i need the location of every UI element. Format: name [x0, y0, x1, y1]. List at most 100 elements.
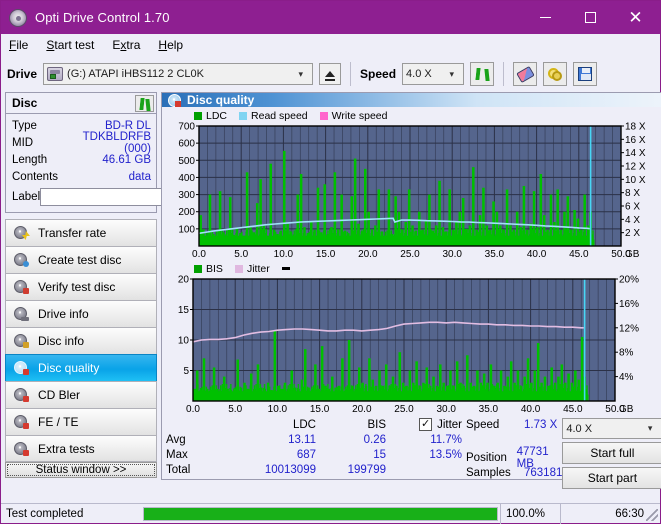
speed-readout-label: Speed [466, 418, 500, 431]
svg-text:GB: GB [619, 404, 634, 415]
total-ldc-value: 10013099 [264, 463, 316, 476]
samples-readout-label: Samples [466, 466, 511, 479]
tools-button[interactable] [543, 62, 568, 86]
svg-text:45.0: 45.0 [569, 249, 589, 260]
test-speed-select[interactable]: 4.0 X ▾ [562, 418, 661, 439]
menu-help[interactable]: Help [158, 38, 183, 52]
save-button[interactable] [573, 62, 598, 86]
elapsed-time: 66:30 [560, 503, 660, 524]
save-icon [578, 67, 593, 81]
svg-text:12 X: 12 X [625, 162, 646, 173]
svg-text:15.0: 15.0 [316, 249, 336, 260]
menu-start-test[interactable]: Start test [46, 38, 94, 52]
drive-select[interactable]: (G:) ATAPI iHBS112 2 CL0K ▾ [43, 63, 314, 85]
disc-quality-icon [168, 93, 181, 107]
error-stats-table: LDC BIS ✓ Jitter Avg 13.11 0.26 11.7% Ma… [166, 417, 466, 489]
disc-row-length: Length 46.61 GB [12, 151, 151, 168]
svg-text:20.0: 20.0 [352, 404, 372, 415]
sidebar-item-verify-test-disc[interactable]: Verify test disc [5, 273, 157, 300]
refresh-button[interactable] [470, 62, 495, 86]
toolbar-divider-2 [503, 62, 505, 86]
max-bis-value: 15 [373, 448, 386, 461]
disc-refresh-button[interactable] [135, 94, 154, 112]
svg-text:100: 100 [178, 224, 195, 235]
start-part-button[interactable]: Start part [562, 467, 661, 489]
svg-text:35.0: 35.0 [479, 404, 499, 415]
window-controls: ✕ [523, 1, 658, 34]
sidebar-item-cd-bler[interactable]: CD Bler [5, 381, 157, 408]
test-speed-select-value: 4.0 X [566, 422, 593, 435]
panel-header: Disc quality [162, 93, 661, 107]
legend-label-bis: BIS [206, 262, 223, 275]
svg-text:30.0: 30.0 [436, 404, 456, 415]
svg-text:40.0: 40.0 [527, 249, 547, 260]
sidebar-item-disc-quality[interactable]: Disc quality [5, 354, 157, 381]
app-disc-icon [9, 8, 27, 27]
disc-row-key: Length [12, 153, 48, 166]
legend-label-read-speed: Read speed [251, 109, 308, 122]
disc-label-key: Label [12, 191, 41, 203]
jitter-label: Jitter [437, 418, 462, 431]
bis-chart: 20 15 10 5 20% 16% 12% 8% 4% 0.0 5.0 10.0 15.0 20.0 25… [165, 275, 661, 415]
table-row: Total 10013099 199799 [166, 462, 466, 477]
menu-extra[interactable]: Extra [112, 38, 140, 52]
verify-test-disc-icon [14, 280, 29, 294]
sidebar-item-label: Disc info [38, 334, 85, 348]
sidebar-item-disc-info[interactable]: Disc info [5, 327, 157, 354]
speed-label: Speed [360, 67, 397, 81]
chevron-down-icon: ▾ [449, 68, 455, 79]
erase-button[interactable] [513, 62, 538, 86]
sidebar-item-drive-info[interactable]: Drive info [5, 300, 157, 327]
svg-text:5.0: 5.0 [228, 404, 242, 415]
svg-text:10.0: 10.0 [268, 404, 288, 415]
svg-text:10 X: 10 X [625, 175, 646, 186]
sidebar-item-label: Extra tests [38, 441, 95, 456]
svg-text:6 X: 6 X [625, 202, 640, 213]
eject-button[interactable] [319, 63, 342, 85]
start-full-button[interactable]: Start full [562, 442, 661, 464]
sidebar-item-extra-tests[interactable]: Extra tests [5, 435, 157, 462]
svg-text:10: 10 [178, 336, 190, 347]
eraser-icon [515, 65, 535, 83]
legend-swatch-jitter [234, 264, 243, 273]
svg-text:12%: 12% [619, 323, 639, 334]
close-button[interactable]: ✕ [613, 1, 658, 34]
jitter-toggle[interactable]: ✓ Jitter [386, 418, 466, 431]
maximize-button[interactable] [568, 1, 613, 34]
sidebar-item-create-test-disc[interactable]: Create test disc [5, 246, 157, 273]
disc-row-value: 46.61 GB [102, 153, 151, 166]
bis-chart-legend: BIS Jitter [165, 262, 661, 275]
speed-readout-value: 1.73 X [524, 418, 558, 431]
sidebar-item-label: Create test disc [38, 253, 122, 267]
test-readouts: Speed 1.73 X Position 47731 MB Samples 7… [466, 417, 562, 489]
disc-row-mid: MID TDKBLDRFB (000) [12, 131, 151, 155]
svg-text:0.0: 0.0 [186, 404, 200, 415]
speed-select[interactable]: 4.0 X ▾ [402, 63, 465, 85]
disc-info-title: Disc [12, 96, 38, 110]
drive-label: Drive [7, 67, 38, 81]
svg-text:20%: 20% [619, 275, 639, 286]
status-window-button[interactable]: Status window >> [5, 462, 157, 478]
legend-label-ldc: LDC [206, 109, 228, 122]
jitter-checkbox[interactable]: ✓ [419, 418, 433, 431]
row-label-max: Max [166, 448, 188, 461]
status-text: Test completed [6, 507, 84, 520]
svg-text:600: 600 [178, 139, 195, 150]
sidebar-item-label: FE / TE [38, 415, 79, 429]
resize-grip[interactable] [646, 509, 658, 521]
row-label-total: Total [166, 463, 191, 476]
svg-text:16 X: 16 X [625, 135, 646, 146]
svg-text:5.0: 5.0 [234, 249, 248, 260]
eject-icon [325, 71, 336, 81]
extra-tests-icon [14, 441, 29, 456]
svg-text:200: 200 [178, 207, 195, 218]
menu-file[interactable]: File [9, 38, 28, 52]
sidebar-item-fe-te[interactable]: FE / TE [5, 408, 157, 435]
nav-list: Transfer rate Create test disc Verify te… [5, 219, 157, 462]
drive-icon [47, 67, 64, 81]
disc-info-rows: Type BD-R DL MID TDKBLDRFB (000) Length … [6, 114, 244, 212]
minimize-button[interactable] [523, 1, 568, 34]
legend-label-write-speed: Write speed [331, 109, 388, 122]
sidebar-item-transfer-rate[interactable]: Transfer rate [5, 219, 157, 246]
svg-text:25.0: 25.0 [400, 249, 420, 260]
